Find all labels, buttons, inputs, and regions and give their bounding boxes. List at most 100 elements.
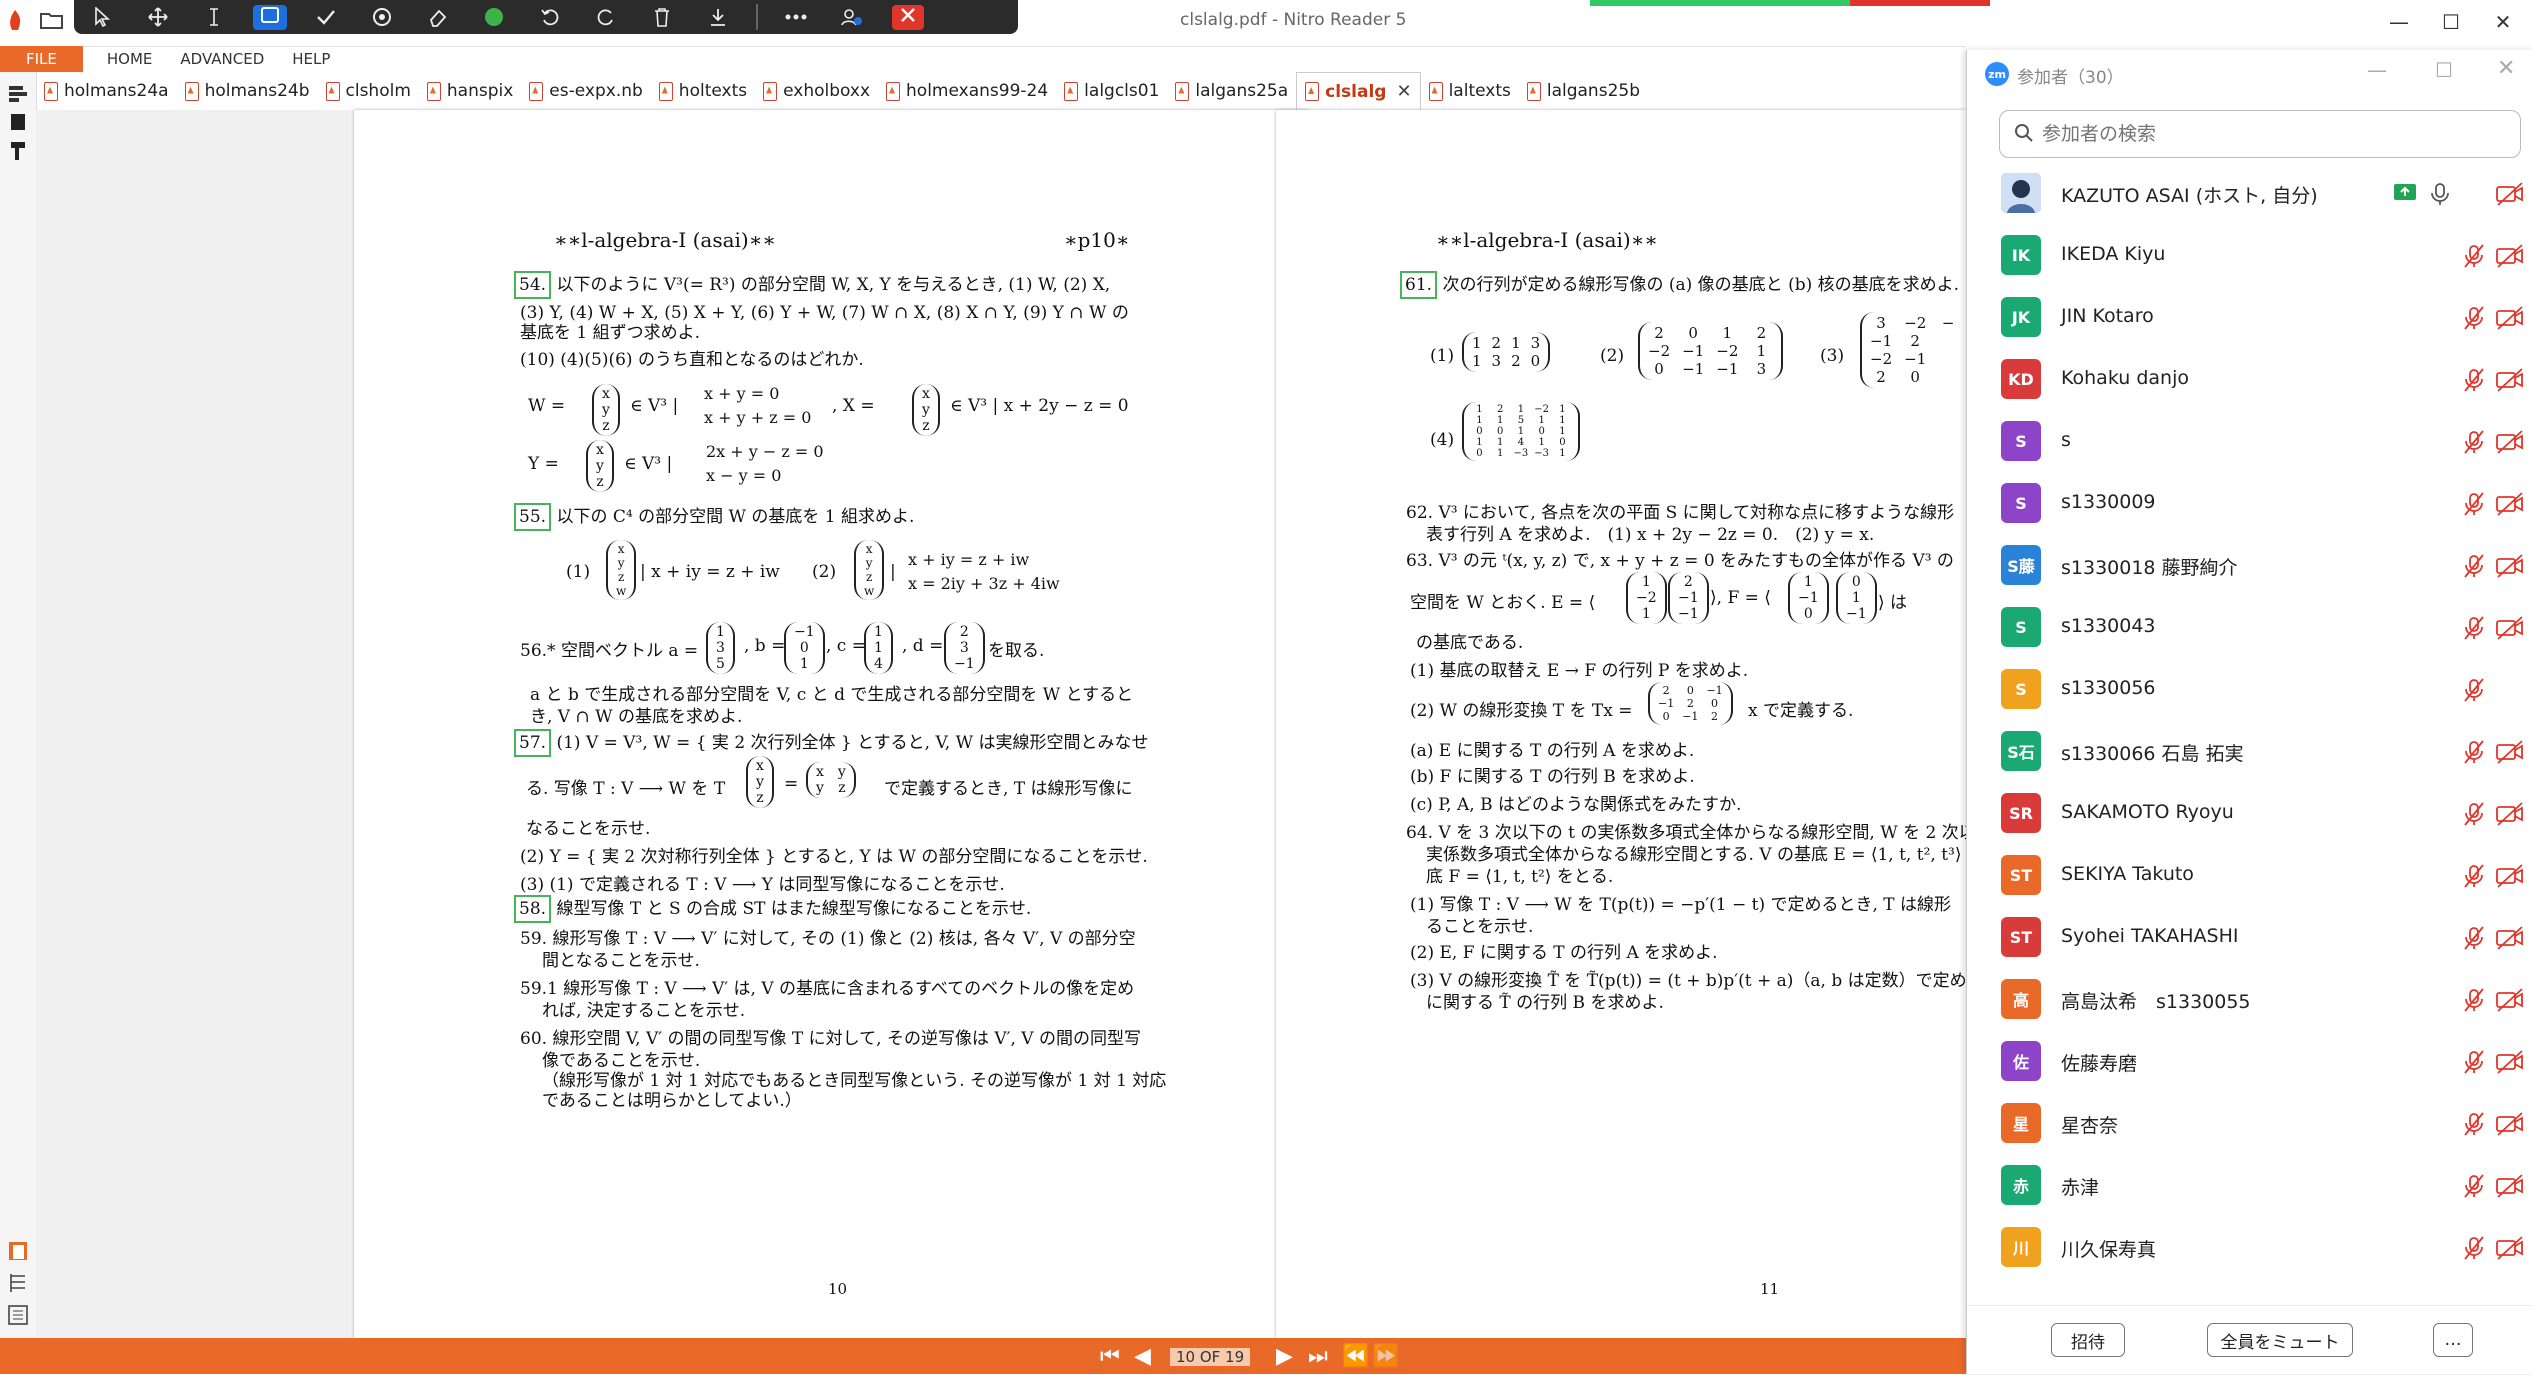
participant-row[interactable]: 高高島汰希 s1330055 — [1967, 968, 2533, 1030]
first-page-icon[interactable]: ⏮ — [1100, 1344, 1120, 1369]
invite-button[interactable]: 招待 — [2051, 1323, 2125, 1357]
hand-tool-icon[interactable] — [7, 84, 29, 104]
video-off-icon[interactable] — [2495, 615, 2525, 641]
panel-minimize-icon[interactable]: — — [2367, 58, 2387, 82]
video-off-icon[interactable] — [2495, 429, 2525, 455]
text-tool-icon[interactable] — [7, 140, 29, 160]
participant-row[interactable]: S石 s1330066 石島 拓実 — [1967, 720, 2533, 782]
mic-muted-icon[interactable] — [2461, 1235, 2487, 1261]
eraser-icon[interactable] — [410, 0, 466, 34]
participant-row[interactable]: Ss — [1967, 410, 2533, 472]
tab-laltexts[interactable]: laltexts — [1421, 72, 1519, 110]
panel-popout-icon[interactable]: ☐ — [2435, 58, 2453, 82]
menu-help[interactable]: HELP — [278, 46, 344, 72]
video-off-icon[interactable] — [2495, 305, 2525, 331]
video-off-icon[interactable] — [2495, 367, 2525, 393]
bookmarks-panel-icon[interactable] — [7, 1272, 29, 1292]
participant-row[interactable]: SR SAKAMOTO Ryoyu — [1967, 782, 2533, 844]
mic-muted-icon[interactable] — [2461, 863, 2487, 889]
undo-icon[interactable] — [522, 0, 578, 34]
mic-muted-icon[interactable] — [2461, 615, 2487, 641]
participant-row[interactable]: S藤 s1330018 藤野絢介 — [1967, 534, 2533, 596]
mic-muted-icon[interactable] — [2461, 987, 2487, 1013]
text-cursor-icon[interactable] — [186, 0, 242, 34]
close-icon[interactable] — [880, 0, 936, 34]
document-viewer[interactable]: ∗∗l-algebra-I (asai)∗∗ ∗p10∗ 54. 以下のように … — [36, 110, 1966, 1338]
more-icon[interactable] — [768, 0, 824, 34]
previous-page-icon[interactable]: ◀ — [1134, 1344, 1151, 1369]
tab-holtexts[interactable]: holtexts — [651, 72, 755, 110]
video-off-icon[interactable] — [2495, 1235, 2525, 1261]
select-box-icon[interactable] — [242, 0, 298, 34]
participant-row[interactable]: 川川久保寿真 — [1967, 1216, 2533, 1278]
tab-exholboxx[interactable]: exholboxx — [755, 72, 878, 110]
cursor-icon[interactable] — [74, 0, 130, 34]
video-off-icon[interactable] — [2495, 181, 2525, 207]
participant-row[interactable]: 佐佐藤寿磨 — [1967, 1030, 2533, 1092]
minimize-button[interactable]: — — [2376, 4, 2422, 40]
tab-lalgans25a[interactable]: lalgans25a — [1167, 72, 1296, 110]
forward-view-icon[interactable]: ⏩ — [1372, 1344, 1399, 1369]
video-off-icon[interactable] — [2495, 553, 2525, 579]
menu-home[interactable]: HOME — [93, 46, 167, 72]
tab-es-expx-nb[interactable]: es-expx.nb — [521, 72, 651, 110]
mic-muted-icon[interactable] — [2461, 739, 2487, 765]
participant-row[interactable]: ST SEKIYA Takuto — [1967, 844, 2533, 906]
mic-muted-icon[interactable] — [2461, 925, 2487, 951]
participant-row[interactable]: ST Syohei TAKAHASHI — [1967, 906, 2533, 968]
tab-clslalg[interactable]: clslalg ✕ — [1296, 71, 1421, 111]
video-off-icon[interactable] — [2495, 1049, 2525, 1075]
circle-icon[interactable] — [466, 0, 522, 34]
mic-muted-icon[interactable] — [2461, 305, 2487, 331]
comments-panel-icon[interactable] — [7, 1304, 29, 1325]
mic-icon[interactable] — [2427, 181, 2453, 211]
participant-row[interactable]: KD Kohaku danjo — [1967, 348, 2533, 410]
participant-row[interactable]: Ss1330056 — [1967, 658, 2533, 720]
tab-clsholm[interactable]: clsholm — [318, 72, 419, 110]
mic-muted-icon[interactable] — [2461, 367, 2487, 393]
menu-advanced[interactable]: ADVANCED — [166, 46, 278, 72]
video-off-icon[interactable] — [2495, 1173, 2525, 1199]
window-close-button[interactable]: ✕ — [2480, 4, 2526, 40]
tab-close-icon[interactable]: ✕ — [1396, 81, 1411, 102]
mic-muted-icon[interactable] — [2461, 1111, 2487, 1137]
mic-muted-icon[interactable] — [2461, 491, 2487, 517]
tab-holmexans99-24[interactable]: holmexans99-24 — [878, 72, 1056, 110]
tab-lalgans25b[interactable]: lalgans25b — [1519, 72, 1648, 110]
participant-row[interactable]: JK JIN Kotaro — [1967, 286, 2533, 348]
participant-row[interactable]: KAZUTO ASAI (ホスト, 自分) — [1967, 162, 2533, 224]
select-tool-icon[interactable] — [7, 112, 29, 132]
pages-panel-icon[interactable] — [7, 1240, 29, 1260]
participant-row[interactable]: Ss1330043 — [1967, 596, 2533, 658]
participant-search-box[interactable] — [1999, 110, 2521, 158]
participant-row[interactable]: Ss1330009 — [1967, 472, 2533, 534]
video-off-icon[interactable] — [2495, 1111, 2525, 1137]
mic-muted-icon[interactable] — [2461, 1173, 2487, 1199]
menu-file[interactable]: FILE — [0, 46, 83, 72]
back-view-icon[interactable]: ⏪ — [1342, 1344, 1369, 1369]
video-off-icon[interactable] — [2495, 925, 2525, 951]
video-off-icon[interactable] — [2495, 739, 2525, 765]
video-off-icon[interactable] — [2495, 243, 2525, 269]
participant-row[interactable]: 赤赤津 — [1967, 1154, 2533, 1216]
redo-icon[interactable] — [578, 0, 634, 34]
tab-lalgcls01[interactable]: lalgcls01 — [1056, 72, 1167, 110]
tab-holmans24b[interactable]: holmans24b — [177, 72, 318, 110]
last-page-icon[interactable]: ⏭ — [1308, 1344, 1328, 1369]
participant-list[interactable]: KAZUTO ASAI (ホスト, 自分) IK IKEDA Kiyu JK JIN K… — [1967, 162, 2533, 1302]
panel-close-icon[interactable]: ✕ — [2497, 56, 2515, 81]
share-icon[interactable] — [824, 0, 880, 34]
next-page-icon[interactable]: ▶ — [1276, 1344, 1293, 1369]
open-folder-icon[interactable] — [40, 10, 64, 30]
check-icon[interactable] — [298, 0, 354, 34]
participant-row[interactable]: 星星杏奈 — [1967, 1092, 2533, 1154]
mic-muted-icon[interactable] — [2461, 429, 2487, 455]
download-icon[interactable] — [690, 0, 746, 34]
tab-holmans24a[interactable]: holmans24a — [36, 72, 177, 110]
target-icon[interactable] — [354, 0, 410, 34]
mic-muted-icon[interactable] — [2461, 801, 2487, 827]
video-off-icon[interactable] — [2495, 863, 2525, 889]
participant-search-input[interactable] — [2040, 119, 2504, 149]
video-off-icon[interactable] — [2495, 491, 2525, 517]
video-off-icon[interactable] — [2495, 801, 2525, 827]
